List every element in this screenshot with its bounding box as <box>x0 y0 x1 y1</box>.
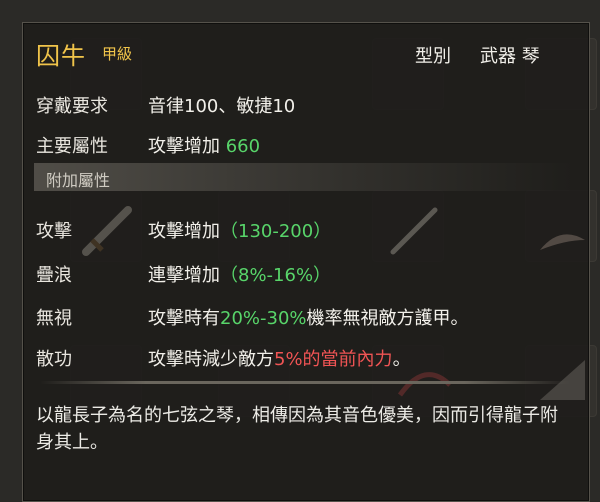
extra-attr-label: 散功 <box>36 349 72 370</box>
requirement-label: 穿戴要求 <box>36 96 108 117</box>
extra-attr-text: 機率無視敵方護甲。 <box>306 308 469 329</box>
extra-attr-label: 疊浪 <box>36 265 72 286</box>
sword-icon <box>390 207 438 255</box>
extra-attributes-title: 附加屬性 <box>46 171 111 190</box>
item-description: 以龍長子為名的七弦之琴，相傳因為其音色優美，因而引得龍子附身其上。 <box>36 405 558 453</box>
extra-attr-text: 攻擊時有 <box>148 308 220 329</box>
item-name: 囚牛 <box>36 42 86 70</box>
extra-attr-number: （8%-16%） <box>220 265 332 286</box>
item-type-value: 武器 琴 <box>480 46 540 67</box>
extra-attr-number: （130-200） <box>220 221 332 242</box>
extra-attr-value: 攻擊增加（130-200） <box>148 217 331 243</box>
item-type-label: 型別 <box>415 46 451 67</box>
extra-attr-value: 攻擊時減少敵方5%的當前內力。 <box>148 345 411 371</box>
extra-attr-number: 5%的當前內力 <box>274 349 393 370</box>
main-attribute-value: 攻擊增加 660 <box>148 132 260 158</box>
fan-icon <box>540 360 585 400</box>
blade-icon <box>540 234 585 250</box>
extra-attr-text: 攻擊增加 <box>148 221 220 242</box>
main-attribute-label: 主要屬性 <box>36 136 108 157</box>
extra-attr-number: 20%-30% <box>220 308 307 329</box>
extra-attr-text: 連擊增加 <box>148 265 220 286</box>
extra-attr-value: 攻擊時有20%-30%機率無視敵方護甲。 <box>148 304 469 330</box>
extra-attr-value: 連擊增加（8%-16%） <box>148 261 331 287</box>
main-attribute-number: 660 <box>225 136 261 157</box>
extra-attr-label: 無視 <box>36 308 72 329</box>
item-grade: 甲級 <box>102 45 133 63</box>
extra-attributes-header-bar <box>34 163 574 191</box>
sword-icon <box>82 206 132 256</box>
extra-attr-text: 攻擊時減少敵方 <box>148 349 274 370</box>
divider <box>40 381 570 384</box>
extra-attr-label: 攻擊 <box>36 221 72 242</box>
main-attribute-text: 攻擊增加 <box>148 136 220 157</box>
requirement-value: 音律100、敏捷10 <box>148 96 296 117</box>
extra-attr-text: 。 <box>392 349 411 370</box>
